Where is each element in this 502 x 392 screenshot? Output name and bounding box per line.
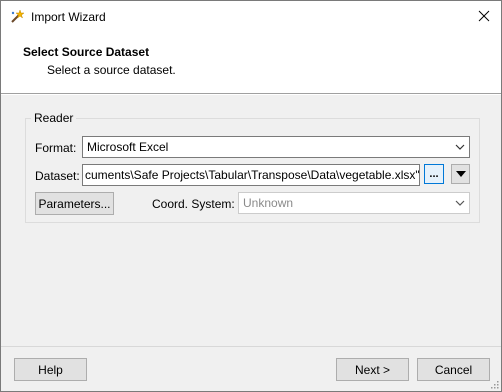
wizard-header: Select Source Dataset Select a source da… (1, 31, 501, 93)
dataset-input[interactable]: cuments\Safe Projects\Tabular\Transpose\… (82, 164, 420, 186)
help-button[interactable]: Help (14, 358, 87, 381)
dataset-input-value: cuments\Safe Projects\Tabular\Transpose\… (85, 168, 420, 182)
window-title: Import Wizard (31, 10, 106, 24)
resize-grip-icon[interactable] (489, 379, 499, 389)
coord-system-value: Unknown (243, 196, 294, 210)
reader-group-label: Reader (31, 111, 77, 125)
format-select[interactable]: Microsoft Excel (82, 136, 470, 158)
chevron-down-icon (455, 200, 465, 206)
next-button-label: Next > (354, 362, 390, 377)
footer-divider (1, 346, 501, 347)
title-bar[interactable]: Import Wizard (1, 1, 501, 31)
chevron-down-icon (455, 144, 465, 150)
header-divider-highlight (1, 94, 501, 95)
triangle-down-icon (455, 171, 466, 177)
cancel-button-label: Cancel (434, 362, 473, 377)
format-select-value: Microsoft Excel (87, 140, 169, 154)
browse-button[interactable]: ... (424, 164, 444, 184)
page-title: Select Source Dataset (23, 45, 150, 59)
close-icon (478, 10, 490, 22)
next-button[interactable]: Next > (336, 358, 409, 381)
coord-system-select[interactable]: Unknown (238, 192, 470, 214)
parameters-button-label: Parameters... (38, 196, 111, 211)
dataset-options-button[interactable] (451, 164, 470, 184)
cancel-button[interactable]: Cancel (417, 358, 490, 381)
coord-system-label: Coord. System: (152, 197, 235, 211)
dataset-label: Dataset: (35, 169, 80, 183)
wizard-wand-icon (11, 9, 25, 23)
import-wizard-window: Import Wizard Select Source Dataset Sele… (0, 0, 502, 392)
close-button[interactable] (467, 1, 501, 31)
help-button-label: Help (38, 362, 63, 377)
page-subtitle: Select a source dataset. (47, 63, 176, 77)
parameters-button[interactable]: Parameters... (35, 192, 114, 215)
browse-button-label: ... (429, 168, 439, 180)
format-label: Format: (35, 141, 77, 155)
